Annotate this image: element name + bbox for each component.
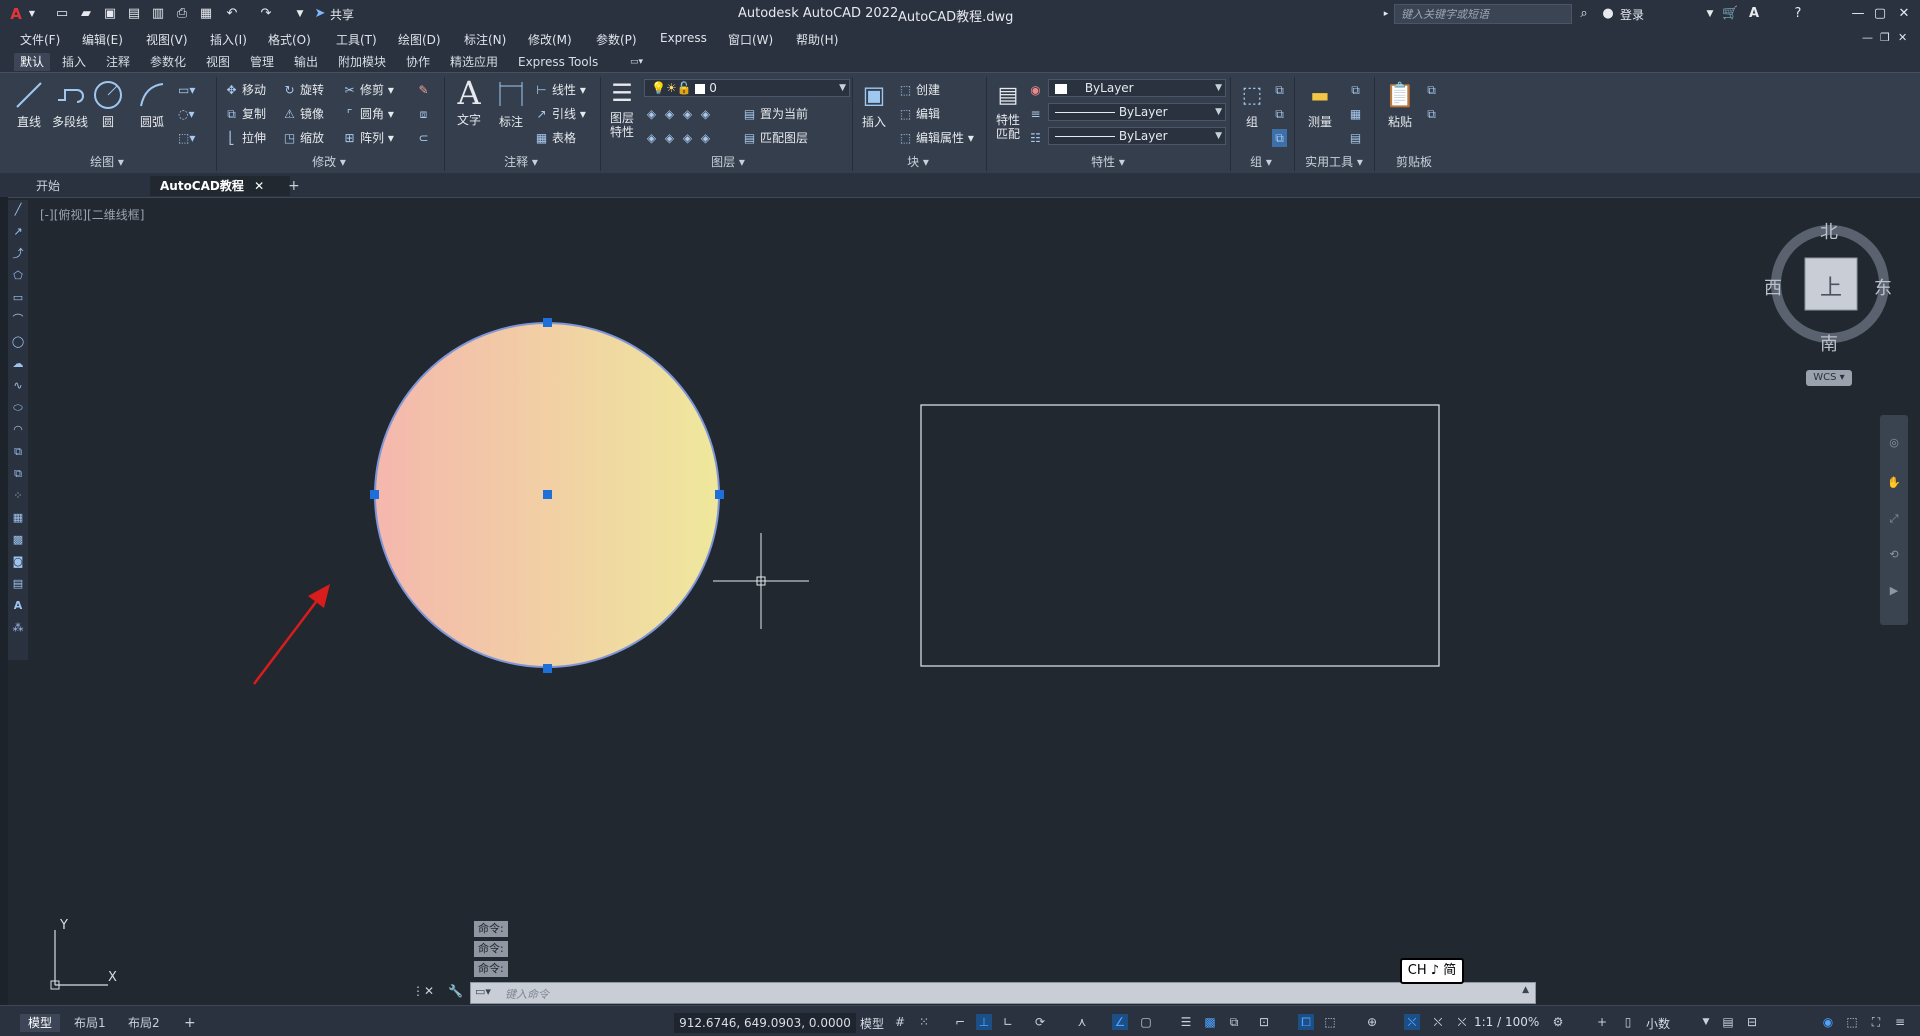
polar-tracking-icon[interactable]: ⟳ — [1032, 1014, 1048, 1030]
grip-right[interactable] — [715, 490, 724, 499]
selection-filter-icon[interactable]: ⬚ — [1322, 1014, 1338, 1030]
command-line[interactable]: ▭▾ 键入命令 ▲ — [470, 982, 1536, 1004]
command-history-line: 命令: — [474, 941, 508, 957]
steering-wheel-icon[interactable]: ◎ — [1886, 435, 1902, 451]
command-prompt-icon[interactable]: ▭▾ — [475, 985, 491, 998]
auto-scale-icon[interactable]: ⛌ — [1430, 1014, 1446, 1030]
command-history-toggle-icon[interactable]: ▲ — [1522, 985, 1529, 995]
annotation-visibility-icon[interactable]: ⛌ — [1404, 1014, 1420, 1030]
grid-icon[interactable]: # — [892, 1014, 908, 1030]
units-dropdown-icon[interactable]: ▼ — [1698, 1014, 1714, 1030]
annotation-scale-icon[interactable]: ⛌ — [1454, 1014, 1470, 1030]
showmotion-icon[interactable]: ▶ — [1886, 583, 1902, 599]
navigation-bar: ◎ ✋ ⤢ ⟲ ▶ — [1880, 415, 1908, 625]
infer-constraints-icon[interactable]: ⌐ — [952, 1014, 968, 1030]
coordinates-readout[interactable]: 912.6746, 649.0903, 0.0000 — [674, 1013, 856, 1033]
rectangle-shape[interactable] — [920, 404, 1440, 667]
dynamic-input-icon[interactable]: ⊥ — [976, 1014, 992, 1030]
ucs-x-label: X — [108, 970, 117, 985]
viewcube-north[interactable]: 北 — [1820, 218, 1838, 244]
object-snap-tracking-icon[interactable]: ∠ — [1112, 1014, 1128, 1030]
viewcube-top-face[interactable]: 上 — [1820, 270, 1842, 302]
quick-properties-icon[interactable]: ▤ — [1720, 1014, 1736, 1030]
status-bar: 模型 布局1 布局2 + 912.6746, 649.0903, 0.0000 … — [0, 1005, 1920, 1036]
object-snap-icon[interactable]: ▢ — [1138, 1014, 1154, 1030]
hardware-acceleration-icon[interactable]: ⬚ — [1844, 1014, 1860, 1030]
snap-icon[interactable]: ⁙ — [916, 1014, 932, 1030]
red-annotation-arrow — [253, 584, 330, 685]
grip-left[interactable] — [370, 490, 379, 499]
grip-center[interactable] — [543, 490, 552, 499]
3d-osnap-icon[interactable]: ⊡ — [1256, 1014, 1272, 1030]
units-value[interactable]: 小数 — [1646, 1015, 1670, 1032]
transparency-icon[interactable]: ▩ — [1202, 1014, 1218, 1030]
layout-tab-2[interactable]: 布局2 — [120, 1014, 168, 1032]
drawing-canvas[interactable] — [0, 0, 1920, 1035]
pan-hand-icon[interactable]: ✋ — [1886, 475, 1902, 491]
add-layout-icon[interactable]: + — [176, 1014, 204, 1032]
viewcube-west[interactable]: 西 — [1764, 274, 1782, 300]
command-close-icon[interactable]: ✕ — [424, 984, 434, 998]
command-input[interactable]: 键入命令 — [505, 986, 549, 1002]
ucs-icon — [50, 930, 108, 990]
viewcube-south[interactable]: 南 — [1820, 330, 1838, 356]
command-history-line: 命令: — [474, 961, 508, 977]
command-grip-icon[interactable]: ⋮ — [412, 984, 424, 998]
command-customize-icon[interactable]: 🔧 — [448, 984, 463, 998]
ucs-y-label: Y — [60, 918, 68, 933]
annotation-monitor-icon[interactable]: + — [1594, 1014, 1610, 1030]
workspace-gear-icon[interactable]: ⚙ — [1550, 1014, 1566, 1030]
orbit-icon[interactable]: ⟲ — [1886, 547, 1902, 563]
layout-tab-1[interactable]: 布局1 — [66, 1014, 114, 1032]
lineweight-toggle-icon[interactable]: ☰ — [1178, 1014, 1194, 1030]
dynamic-ucs-icon[interactable]: ⧠ — [1298, 1014, 1314, 1030]
gizmo-icon[interactable]: ⊕ — [1364, 1014, 1380, 1030]
zoom-extents-icon[interactable]: ⤢ — [1886, 511, 1902, 527]
grip-bottom[interactable] — [543, 664, 552, 673]
ortho-icon[interactable]: ∟ — [1000, 1014, 1016, 1030]
ime-indicator[interactable]: CH ♪ 简 — [1400, 958, 1464, 984]
wcs-menu[interactable]: WCS ▾ — [1806, 370, 1852, 386]
isodraft-icon[interactable]: ⋏ — [1074, 1014, 1090, 1030]
lock-ui-icon[interactable]: ⊟ — [1744, 1014, 1760, 1030]
command-history-line: 命令: — [474, 921, 508, 937]
isolate-objects-icon[interactable]: ◉ — [1820, 1014, 1836, 1030]
annotation-scale-value[interactable]: 1:1 / 100% — [1474, 1015, 1539, 1029]
viewcube-east[interactable]: 东 — [1874, 274, 1892, 300]
crosshair-cursor — [713, 533, 809, 629]
customization-icon[interactable]: ≡ — [1892, 1014, 1908, 1030]
clean-screen-icon[interactable]: ⛶ — [1868, 1014, 1884, 1030]
selection-cycling-icon[interactable]: ⧉ — [1226, 1014, 1242, 1030]
grip-top[interactable] — [543, 318, 552, 327]
layout-tab-model[interactable]: 模型 — [20, 1014, 61, 1032]
model-space-button[interactable]: 模型 — [860, 1015, 884, 1032]
units-icon[interactable]: ▯ — [1620, 1014, 1636, 1030]
